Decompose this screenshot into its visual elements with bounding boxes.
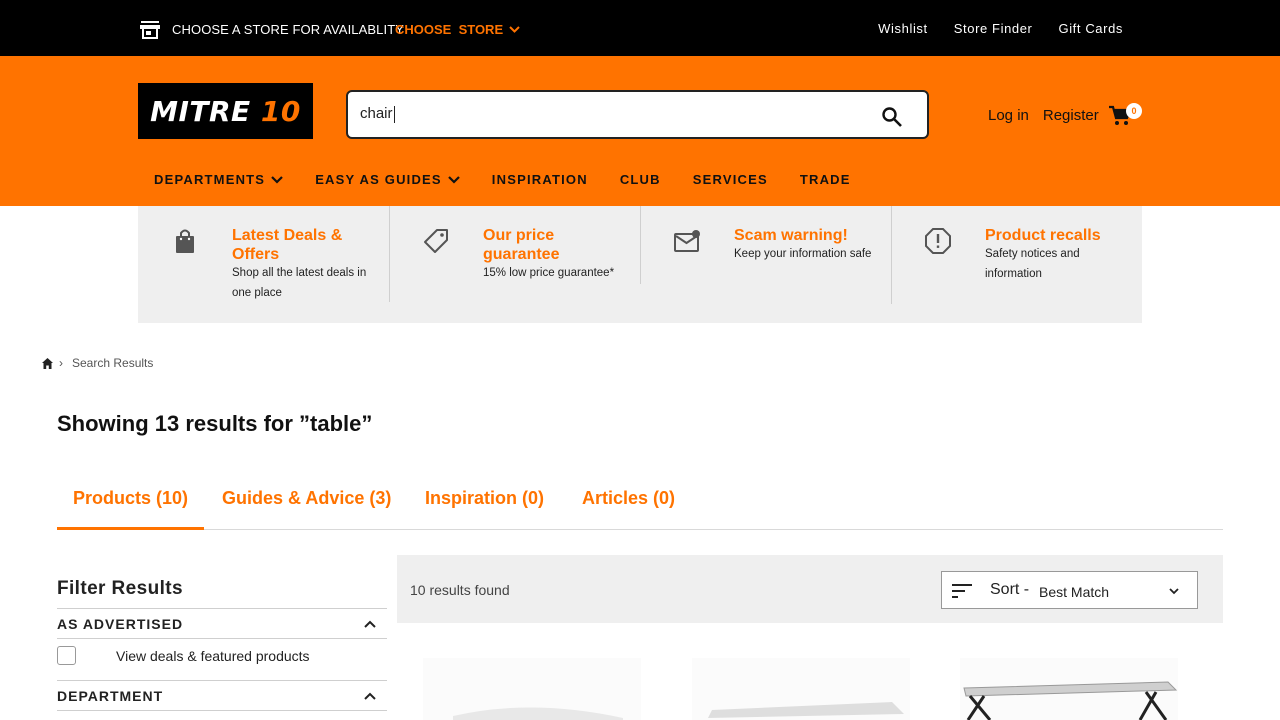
info-subtitle: Shop all the latest deals in one place — [232, 263, 366, 303]
results-count: 10 results found — [410, 582, 510, 598]
product-recalls-card[interactable]: Product recalls Safety notices and inform… — [891, 206, 1142, 306]
sort-selected-value: Best Match — [1039, 584, 1110, 600]
tab-inspiration[interactable]: Inspiration (0) — [409, 488, 560, 529]
register-link[interactable]: Register — [1043, 107, 1099, 124]
info-title: Product recalls — [985, 227, 1101, 244]
chevron-down-icon — [271, 175, 283, 184]
store-icon — [140, 21, 160, 39]
sort-icon — [952, 584, 972, 598]
filter-section-label: AS ADVERTISED — [57, 616, 184, 632]
logo-word: MITRE — [150, 94, 251, 128]
product-card[interactable] — [692, 658, 910, 720]
nav-departments[interactable]: DEPARTMENTS — [154, 172, 283, 187]
tab-guides-advice[interactable]: Guides & Advice (3) — [206, 488, 407, 529]
info-subtitle: Keep your information safe — [734, 248, 872, 260]
nav-easy-as-guides-label: EASY AS GUIDES — [315, 172, 442, 187]
search-box: chair — [346, 90, 929, 139]
nav-easy-as-guides[interactable]: EASY AS GUIDES — [315, 172, 460, 187]
filter-option-label: View deals & featured products — [116, 647, 310, 664]
site-logo[interactable]: MITRE 10 — [138, 83, 313, 139]
choose-store-prompt: CHOOSE A STORE FOR AVAILABLITY — [172, 22, 405, 37]
price-guarantee-card[interactable]: Our price guarantee 15% low price guarant… — [389, 206, 640, 306]
main-navigation: DEPARTMENTS EASY AS GUIDES INSPIRATION C… — [154, 172, 883, 187]
store-finder-link[interactable]: Store Finder — [954, 21, 1033, 36]
choose-store-button[interactable]: CHOOSE STORE — [395, 22, 520, 37]
login-link[interactable]: Log in — [988, 107, 1029, 124]
breadcrumb-current: Search Results — [72, 356, 154, 370]
info-subtitle: Safety notices and information — [985, 244, 1080, 284]
cart-count-badge: 0 — [1126, 103, 1142, 119]
nav-club-label: CLUB — [619, 172, 661, 187]
scam-warning-card[interactable]: Scam warning! Keep your information safe — [640, 206, 891, 306]
sort-label: Sort - — [990, 581, 1030, 598]
info-subtitle-line: Safety notices and — [985, 248, 1080, 260]
nav-club[interactable]: CLUB — [620, 172, 661, 187]
filter-section-as-advertised[interactable]: AS ADVERTISED — [57, 608, 387, 639]
chevron-down-icon — [1169, 588, 1179, 595]
tab-products[interactable]: Products (10) — [57, 488, 205, 530]
product-card[interactable] — [960, 658, 1178, 720]
search-icon[interactable] — [881, 106, 903, 128]
latest-deals-card[interactable]: Latest Deals & Offers Shop all the latest… — [138, 206, 389, 306]
view-deals-checkbox[interactable] — [57, 646, 76, 665]
page-title: Showing 13 results for ”table” — [57, 411, 373, 436]
site-header: MITRE 10 chair Log in Register 0 DEPARTM… — [0, 56, 1280, 206]
info-subtitle-line: information — [985, 268, 1042, 280]
info-title-line: Latest Deals & — [232, 227, 343, 244]
home-icon[interactable] — [42, 357, 53, 369]
info-subtitle-line: Shop all the latest deals in — [232, 267, 367, 279]
info-subtitle: 15% low price guarantee* — [483, 267, 615, 279]
product-card[interactable] — [423, 658, 641, 720]
promo-info-strip: Latest Deals & Offers Shop all the latest… — [138, 206, 1142, 323]
product-image — [960, 658, 1178, 720]
top-bar: CHOOSE A STORE FOR AVAILABLITY CHOOSE ST… — [0, 0, 1280, 56]
nav-trade[interactable]: TRADE — [800, 172, 851, 187]
chevron-up-icon — [364, 692, 376, 700]
chevron-up-icon — [364, 620, 376, 628]
search-value: chair — [360, 105, 393, 122]
account-links: Log in Register — [988, 107, 1099, 124]
info-title-line: guarantee — [483, 246, 560, 263]
filter-results-title: Filter Results — [57, 578, 183, 599]
product-image — [692, 658, 910, 720]
mail-alert-icon — [674, 230, 700, 252]
nav-trade-label: TRADE — [799, 172, 851, 187]
alert-circle-icon — [925, 228, 951, 254]
price-tag-icon — [424, 229, 448, 253]
sort-dropdown[interactable]: Sort - Best Match — [941, 571, 1198, 609]
breadcrumb-separator: › — [59, 356, 63, 370]
info-title: Scam warning! — [734, 227, 848, 244]
filter-section-label: DEPARTMENT — [57, 688, 164, 704]
info-subtitle-line: one place — [232, 287, 282, 299]
nav-inspiration[interactable]: INSPIRATION — [492, 172, 588, 187]
logo-number: 10 — [260, 94, 301, 128]
search-input[interactable]: chair — [360, 105, 860, 123]
info-title: Latest Deals & Offers — [232, 226, 342, 264]
logo-text: MITRE 10 — [150, 95, 301, 128]
nav-services[interactable]: SERVICES — [693, 172, 768, 187]
chevron-down-icon — [509, 26, 520, 33]
view-deals-filter-option[interactable]: View deals & featured products — [57, 646, 310, 665]
wishlist-link[interactable]: Wishlist — [878, 21, 928, 36]
choose-store-label: CHOOSE STORE — [395, 22, 504, 37]
utility-links: Wishlist Store Finder Gift Cards — [878, 21, 1123, 36]
gift-cards-link[interactable]: Gift Cards — [1058, 21, 1123, 36]
results-toolbar: 10 results found Sort - Best Match — [397, 555, 1223, 623]
info-title-line: Our price — [483, 227, 555, 244]
shopping-bag-icon — [176, 229, 194, 253]
tab-articles[interactable]: Articles (0) — [566, 488, 691, 529]
results-tabs: Products (10) Guides & Advice (3) Inspir… — [57, 488, 1223, 530]
chevron-down-icon — [448, 175, 460, 184]
breadcrumb: › Search Results — [42, 356, 153, 370]
text-caret — [393, 105, 395, 123]
nav-inspiration-label: INSPIRATION — [491, 172, 588, 187]
filter-section-department[interactable]: DEPARTMENT — [57, 680, 387, 711]
info-title-line: Offers — [232, 246, 280, 263]
info-title: Our price guarantee — [483, 226, 559, 264]
product-image — [423, 658, 641, 720]
nav-services-label: SERVICES — [692, 172, 768, 187]
nav-departments-label: DEPARTMENTS — [154, 172, 266, 187]
